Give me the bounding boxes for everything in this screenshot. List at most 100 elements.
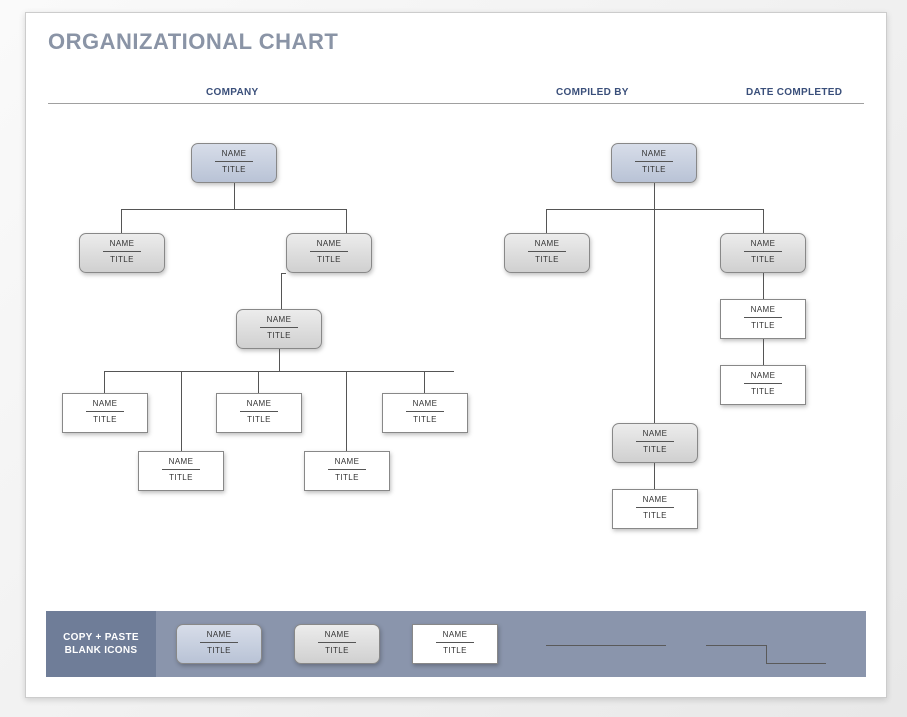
template-hline[interactable] xyxy=(546,645,666,646)
node-title: TITLE xyxy=(721,321,805,330)
left-l3-node[interactable]: NAME TITLE xyxy=(236,309,322,349)
node-divider xyxy=(310,251,348,252)
connector xyxy=(763,339,764,365)
connector xyxy=(546,209,547,233)
node-name: NAME xyxy=(295,630,379,639)
connector xyxy=(346,371,347,451)
node-title: TITLE xyxy=(613,511,697,520)
left-l2-node-b[interactable]: NAME TITLE xyxy=(286,233,372,273)
node-title: TITLE xyxy=(721,255,805,264)
org-canvas: NAME TITLE NAME TITLE NAME TITLE NAME TI… xyxy=(26,13,886,697)
right-l2-node-a[interactable]: NAME TITLE xyxy=(504,233,590,273)
footer-label: COPY + PASTE BLANK ICONS xyxy=(46,611,156,677)
connector xyxy=(654,183,655,209)
node-divider xyxy=(636,441,674,442)
node-title: TITLE xyxy=(505,255,589,264)
connector xyxy=(654,463,655,489)
node-divider xyxy=(318,642,356,643)
connector xyxy=(121,209,122,233)
connector xyxy=(546,209,764,210)
node-title: TITLE xyxy=(612,165,696,174)
node-divider xyxy=(436,642,474,643)
node-title: TITLE xyxy=(413,646,497,655)
node-divider xyxy=(162,469,200,470)
node-name: NAME xyxy=(177,630,261,639)
node-divider xyxy=(528,251,566,252)
node-name: NAME xyxy=(721,239,805,248)
left-l4-node-a[interactable]: NAME TITLE xyxy=(62,393,148,433)
template-elbow-h[interactable] xyxy=(706,645,766,646)
node-title: TITLE xyxy=(139,473,223,482)
right-l3-node-a[interactable]: NAME TITLE xyxy=(720,299,806,339)
node-divider xyxy=(635,161,673,162)
connector xyxy=(281,273,286,274)
right-root-node[interactable]: NAME TITLE xyxy=(611,143,697,183)
node-name: NAME xyxy=(721,371,805,380)
template-elbow-h2[interactable] xyxy=(766,663,826,664)
right-l2-node-b[interactable]: NAME TITLE xyxy=(720,233,806,273)
connector xyxy=(346,209,347,233)
node-divider xyxy=(744,251,782,252)
template-node-white[interactable]: NAME TITLE xyxy=(412,624,498,664)
node-title: TITLE xyxy=(80,255,164,264)
left-root-node[interactable]: NAME TITLE xyxy=(191,143,277,183)
node-title: TITLE xyxy=(217,415,301,424)
node-divider xyxy=(260,327,298,328)
node-name: NAME xyxy=(139,457,223,466)
connector xyxy=(121,209,347,210)
right-l3-node-c[interactable]: NAME TITLE xyxy=(612,423,698,463)
node-name: NAME xyxy=(413,630,497,639)
node-divider xyxy=(328,469,366,470)
node-title: TITLE xyxy=(305,473,389,482)
node-name: NAME xyxy=(721,305,805,314)
left-l4-node-b[interactable]: NAME TITLE xyxy=(216,393,302,433)
node-title: TITLE xyxy=(721,387,805,396)
connector xyxy=(279,349,280,371)
document-page: ORGANIZATIONAL CHART COMPANY COMPILED BY… xyxy=(25,12,887,698)
connector xyxy=(763,209,764,233)
node-name: NAME xyxy=(192,149,276,158)
node-name: NAME xyxy=(217,399,301,408)
node-divider xyxy=(240,411,278,412)
node-divider xyxy=(86,411,124,412)
node-divider xyxy=(636,507,674,508)
connector xyxy=(654,209,655,423)
node-name: NAME xyxy=(613,495,697,504)
node-title: TITLE xyxy=(63,415,147,424)
template-elbow-v[interactable] xyxy=(766,645,767,663)
node-divider xyxy=(406,411,444,412)
node-title: TITLE xyxy=(192,165,276,174)
node-divider xyxy=(103,251,141,252)
left-l4-node-c[interactable]: NAME TITLE xyxy=(382,393,468,433)
node-title: TITLE xyxy=(237,331,321,340)
left-l2-node-a[interactable]: NAME TITLE xyxy=(79,233,165,273)
node-divider xyxy=(215,161,253,162)
connector xyxy=(258,371,259,393)
node-name: NAME xyxy=(80,239,164,248)
node-title: TITLE xyxy=(295,646,379,655)
left-l5-node-b[interactable]: NAME TITLE xyxy=(304,451,390,491)
left-l5-node-a[interactable]: NAME TITLE xyxy=(138,451,224,491)
connector xyxy=(763,273,764,299)
node-name: NAME xyxy=(613,429,697,438)
node-divider xyxy=(744,317,782,318)
node-name: NAME xyxy=(505,239,589,248)
node-divider xyxy=(200,642,238,643)
node-name: NAME xyxy=(612,149,696,158)
node-name: NAME xyxy=(237,315,321,324)
template-node-blue[interactable]: NAME TITLE xyxy=(176,624,262,664)
node-title: TITLE xyxy=(287,255,371,264)
right-l3-node-b[interactable]: NAME TITLE xyxy=(720,365,806,405)
node-title: TITLE xyxy=(383,415,467,424)
connector xyxy=(181,371,182,451)
connector xyxy=(281,273,282,309)
template-node-grey[interactable]: NAME TITLE xyxy=(294,624,380,664)
node-title: TITLE xyxy=(177,646,261,655)
right-l4-node[interactable]: NAME TITLE xyxy=(612,489,698,529)
connector xyxy=(104,371,105,393)
footer-strip: COPY + PASTE BLANK ICONS NAME TITLE NAME… xyxy=(46,611,866,677)
node-name: NAME xyxy=(63,399,147,408)
node-divider xyxy=(744,383,782,384)
node-name: NAME xyxy=(305,457,389,466)
node-name: NAME xyxy=(383,399,467,408)
